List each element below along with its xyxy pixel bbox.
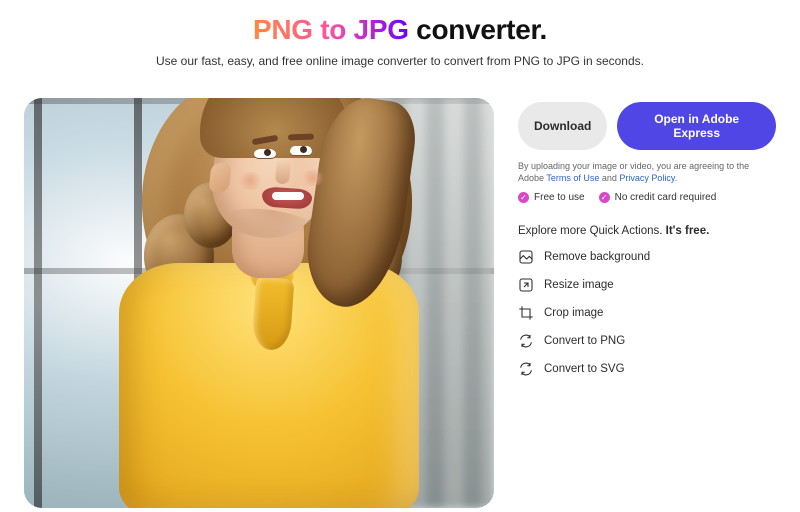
qa-crop-image[interactable]: Crop image [518, 305, 776, 321]
convert-icon [518, 333, 534, 349]
chip-free-label: Free to use [534, 192, 585, 203]
qa-label: Crop image [544, 307, 603, 319]
qa-label: Remove background [544, 251, 650, 263]
image-preview [24, 98, 494, 508]
qa-remove-background[interactable]: Remove background [518, 249, 776, 265]
chip-free: ✓ Free to use [518, 192, 585, 203]
page-subtitle: Use our fast, easy, and free online imag… [0, 54, 800, 68]
chip-nocard-label: No credit card required [615, 192, 717, 203]
qa-label: Convert to PNG [544, 335, 625, 347]
terms-link[interactable]: Terms of Use [546, 173, 599, 183]
remove-background-icon [518, 249, 534, 265]
open-express-button[interactable]: Open in Adobe Express [617, 102, 776, 150]
crop-icon [518, 305, 534, 321]
explore-bold: It's free. [666, 225, 710, 237]
privacy-link[interactable]: Privacy Policy [619, 173, 674, 183]
resize-icon [518, 277, 534, 293]
download-button[interactable]: Download [518, 102, 607, 150]
chip-nocard: ✓ No credit card required [599, 192, 717, 203]
qa-resize-image[interactable]: Resize image [518, 277, 776, 293]
preview-photo [24, 98, 494, 508]
check-icon: ✓ [518, 192, 529, 203]
explore-prefix: Explore more Quick Actions. [518, 225, 666, 237]
title-rest: converter. [409, 14, 547, 45]
convert-icon [518, 361, 534, 377]
qa-convert-png[interactable]: Convert to PNG [518, 333, 776, 349]
check-icon: ✓ [599, 192, 610, 203]
legal-text: By uploading your image or video, you ar… [518, 160, 776, 184]
legal-and: and [599, 173, 619, 183]
qa-label: Convert to SVG [544, 363, 625, 375]
title-gradient: PNG to JPG [253, 14, 409, 45]
qa-convert-svg[interactable]: Convert to SVG [518, 361, 776, 377]
quick-actions-list: Remove background Resize image Crop imag… [518, 249, 776, 377]
qa-label: Resize image [544, 279, 614, 291]
explore-heading: Explore more Quick Actions. It's free. [518, 225, 776, 237]
legal-suffix: . [675, 173, 678, 183]
page-title: PNG to JPG converter. [0, 14, 800, 46]
